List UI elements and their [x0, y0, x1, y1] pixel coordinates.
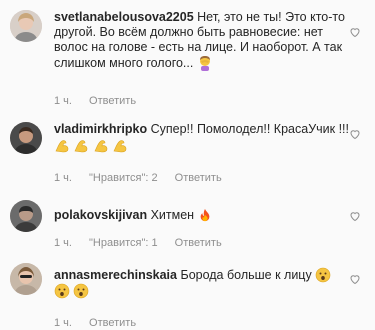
comment-likes[interactable]: "Нравится": 2 — [89, 172, 158, 184]
comment-time[interactable]: 1 ч. — [54, 237, 72, 249]
comment-meta: 1 ч. Ответить — [54, 95, 150, 107]
flexed-biceps-emoji — [55, 140, 69, 153]
comment-meta: 1 ч. Ответить — [54, 317, 150, 329]
reply-button[interactable]: Ответить — [89, 95, 136, 107]
comment-likes[interactable]: "Нравится": 1 — [89, 237, 158, 249]
face-open-mouth-emoji — [315, 267, 331, 283]
comment-text: Супер!! Помоло­дел!! КрасаУчик !!! — [150, 122, 349, 136]
flexed-biceps-emoji — [75, 140, 88, 153]
face-open-mouth-emoji — [54, 283, 70, 299]
comment-text: Борода больше к лицу — [180, 268, 312, 282]
like-icon[interactable] — [349, 210, 361, 222]
avatar[interactable] — [10, 200, 42, 232]
flexed-biceps-emoji — [94, 140, 108, 153]
like-icon[interactable] — [349, 273, 361, 285]
fire-emoji — [200, 208, 209, 222]
comment-username[interactable]: vladimirkhripko — [54, 122, 147, 136]
reply-button[interactable]: Ответить — [175, 172, 222, 184]
flexed-biceps-emoji — [113, 140, 127, 153]
face-open-mouth-emoji — [74, 283, 89, 299]
avatar[interactable] — [10, 10, 42, 42]
comment-meta: 1 ч. "Нравится": 2 Ответить — [54, 172, 236, 184]
comment-username[interactable]: annasmerechinskaia — [54, 268, 177, 282]
reply-button[interactable]: Ответить — [89, 317, 136, 329]
person-facepalming-emoji — [199, 56, 210, 71]
comment-time[interactable]: 1 ч. — [54, 172, 72, 184]
avatar[interactable] — [10, 263, 42, 295]
avatar[interactable] — [10, 122, 42, 154]
comments-list: svetlanabelousova2205 Нет, это не ты! Эт… — [0, 0, 375, 330]
comment-username[interactable]: svetlanabelousova2205 — [54, 10, 194, 24]
comment-meta: 1 ч. "Нравится": 1 Ответить — [54, 237, 236, 249]
like-icon[interactable] — [349, 26, 361, 38]
comment-time[interactable]: 1 ч. — [54, 95, 72, 107]
reply-button[interactable]: Ответить — [175, 237, 222, 249]
comment-time[interactable]: 1 ч. — [54, 317, 72, 329]
like-icon[interactable] — [349, 128, 361, 140]
comment-text: Хитмен — [150, 208, 195, 222]
comment-username[interactable]: polakovskijivan — [54, 208, 147, 222]
